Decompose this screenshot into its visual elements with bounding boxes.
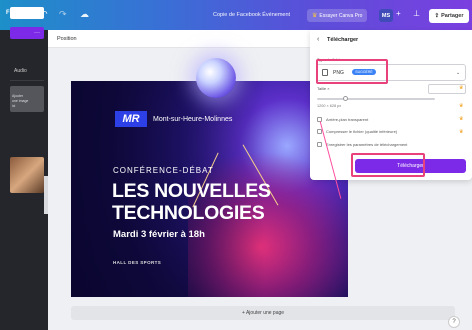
crown-icon: ♛ xyxy=(459,85,464,91)
share-label: Partager xyxy=(441,13,464,19)
event-date: Mardi 3 février à 18h xyxy=(113,229,205,240)
redo-icon[interactable]: ↷ xyxy=(59,9,67,20)
panel-thumbnail[interactable]: Ajouter une image ici xyxy=(10,86,44,112)
save-settings-checkbox[interactable] xyxy=(317,142,322,147)
option-label: Arrière-plan transparent xyxy=(326,117,369,122)
cloud-icon[interactable]: ☁ xyxy=(80,9,89,20)
position-button[interactable]: Position xyxy=(57,36,77,42)
headline-line-1: LES NOUVELLES xyxy=(112,180,271,202)
try-pro-button[interactable]: ♛ Essayer Canva Pro xyxy=(307,9,368,22)
panel-divider xyxy=(10,80,44,81)
panel-more-button[interactable]: ··· xyxy=(10,27,44,39)
logo-badge: MR xyxy=(115,111,147,127)
panel-photo-thumbnail[interactable] xyxy=(10,157,44,193)
town-name: Mont-sur-Heure-Molinnes xyxy=(153,116,233,123)
file-type-highlight xyxy=(316,59,388,84)
document-title[interactable]: Copie de Facebook Événement xyxy=(213,12,290,18)
crown-icon: ♛ xyxy=(459,103,464,109)
try-pro-label: Essayer Canva Pro xyxy=(319,12,363,19)
option-label: Enregistrer les paramètres de télécharge… xyxy=(326,142,408,147)
crown-icon: ♛ xyxy=(459,116,464,122)
size-label: Taille × xyxy=(317,86,330,91)
share-button[interactable]: ⇪ Partager xyxy=(429,9,469,23)
globe-graphic xyxy=(196,58,236,98)
size-slider-handle[interactable] xyxy=(343,96,348,101)
size-slider-track[interactable] xyxy=(317,98,435,100)
thumb-line: Ajouter xyxy=(12,94,24,98)
plus-icon[interactable]: + xyxy=(396,9,401,18)
headline-line-2: TECHNOLOGIES xyxy=(112,202,265,224)
event-venue: HALL DES SPORTS xyxy=(113,260,162,265)
canvas-toolbar xyxy=(48,30,310,48)
download-panel-title: Télécharger xyxy=(327,37,359,43)
help-button[interactable]: ? xyxy=(448,316,460,328)
upload-icon: ⇪ xyxy=(434,13,440,19)
back-chevron-icon[interactable]: ‹ xyxy=(317,36,319,43)
resolution-readout: 1200 × 628 px xyxy=(317,104,342,108)
avatar[interactable]: MS xyxy=(379,9,393,22)
thumb-line: une image xyxy=(12,99,29,103)
panel-search-input[interactable] xyxy=(10,7,44,19)
crown-icon: ♛ xyxy=(459,129,464,135)
crown-icon: ♛ xyxy=(312,13,318,19)
option-label: Compresser le fichier (qualité inférieur… xyxy=(326,129,398,134)
panel-audio-tab[interactable]: Audio xyxy=(14,68,27,74)
thumb-line: ici xyxy=(12,104,16,108)
event-type: CONFÉRENCE-DÉBAT xyxy=(113,166,214,175)
add-page-button[interactable]: + Ajouter une page xyxy=(71,306,455,320)
chart-icon[interactable]: ⊥ xyxy=(413,9,420,18)
chevron-down-icon[interactable]: ⌄ xyxy=(456,70,460,76)
download-button-highlight xyxy=(351,153,425,177)
